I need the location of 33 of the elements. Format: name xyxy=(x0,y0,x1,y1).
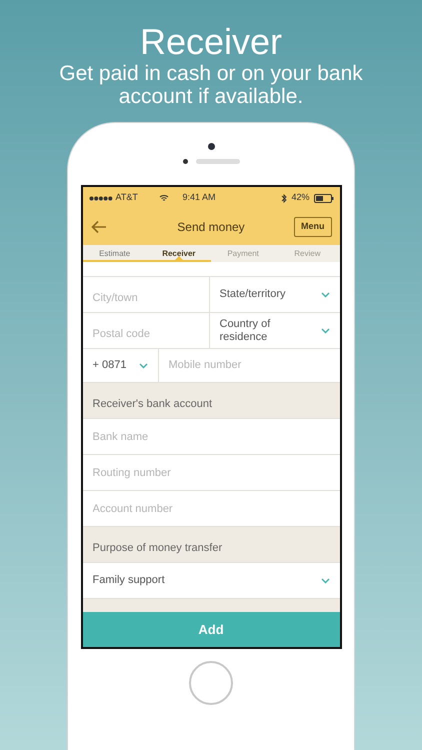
headline: Receiver xyxy=(140,22,282,62)
battery-icon xyxy=(314,194,334,202)
input-field[interactable]: Account number xyxy=(82,491,340,527)
back-arrow-icon[interactable] xyxy=(90,220,106,234)
battery-percent: 42% xyxy=(291,191,310,204)
camera-icon xyxy=(208,143,214,150)
dropdown-select[interactable]: State/territory xyxy=(210,277,340,312)
dropdown-select[interactable]: Country of residence xyxy=(210,313,340,348)
sensor-icon xyxy=(182,159,188,164)
chevron-down-icon xyxy=(138,362,148,368)
input-field[interactable]: Mobile number xyxy=(158,349,340,382)
bluetooth-icon xyxy=(281,194,288,202)
dropdown-select[interactable]: Family support xyxy=(82,563,340,599)
input-field[interactable]: Routing number xyxy=(82,455,340,491)
step-tab[interactable]: Receiver xyxy=(146,245,211,262)
screen-title: Send money xyxy=(177,219,245,236)
signal-icon xyxy=(88,196,112,200)
country-code-select[interactable]: + 0871 xyxy=(82,349,158,382)
input-field[interactable]: Bank name xyxy=(82,419,340,455)
chevron-down-icon xyxy=(320,578,330,584)
chevron-down-icon xyxy=(320,292,330,298)
carrier-name: AT&T xyxy=(116,191,138,204)
input-field[interactable]: Postal code xyxy=(82,313,210,348)
form-field[interactable] xyxy=(82,262,340,277)
step-tab[interactable]: Estimate xyxy=(82,245,147,262)
menu-button[interactable]: Menu xyxy=(294,217,332,237)
tagline: Get paid in cash or on your bank account if available. xyxy=(58,62,364,108)
input-field[interactable]: City/town xyxy=(82,277,210,312)
wifi-icon xyxy=(158,194,168,202)
speaker-icon xyxy=(196,159,240,164)
chevron-down-icon xyxy=(320,328,330,334)
clock-time: 9:41 AM xyxy=(182,191,216,204)
home-button[interactable] xyxy=(189,661,233,705)
